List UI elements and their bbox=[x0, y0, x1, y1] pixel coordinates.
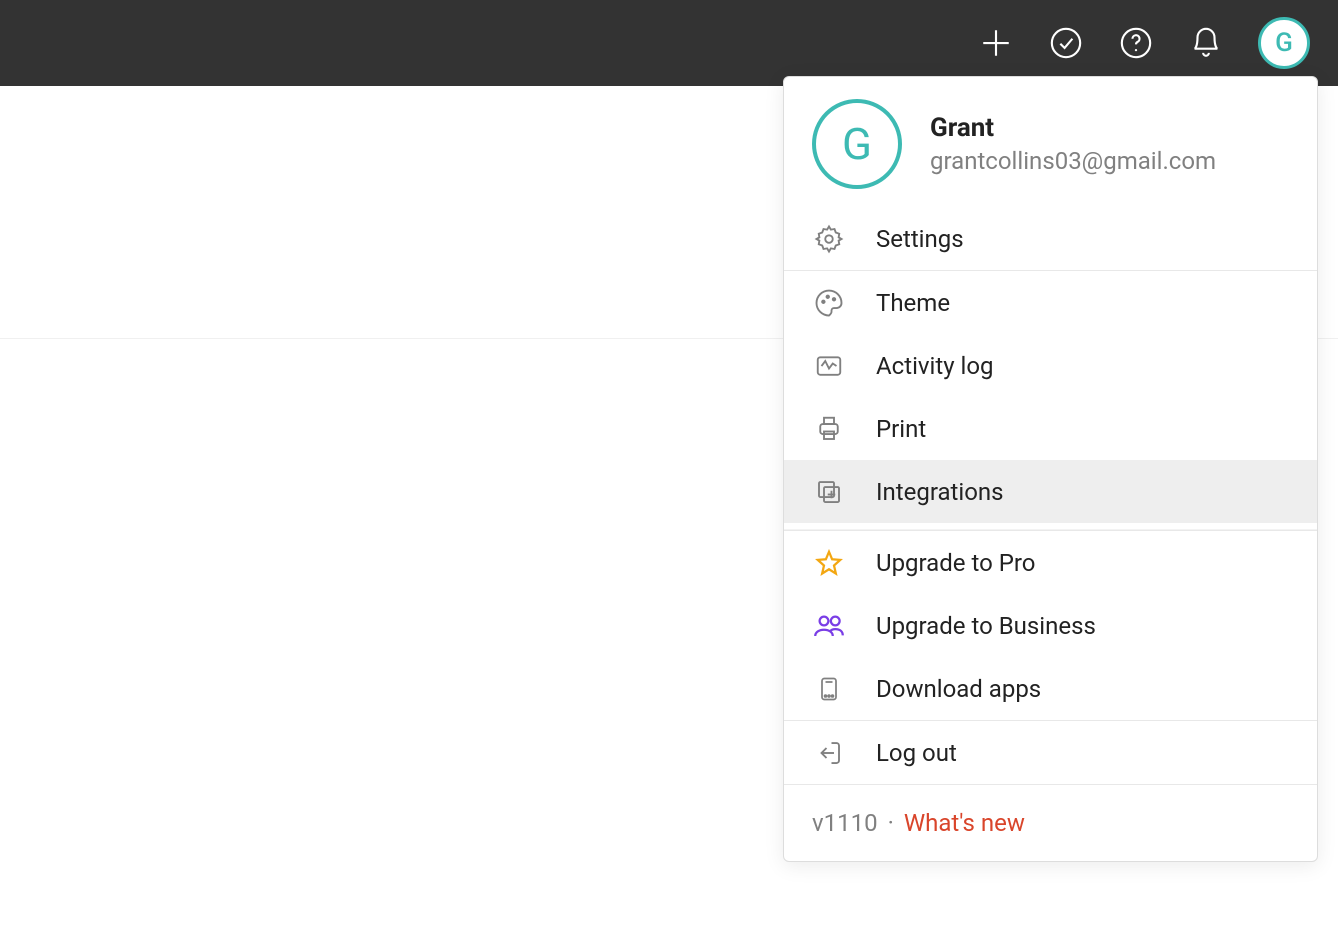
whats-new-link[interactable]: What's new bbox=[904, 809, 1025, 837]
notifications-button[interactable] bbox=[1188, 25, 1224, 61]
user-email: grantcollins03@gmail.com bbox=[930, 147, 1216, 175]
avatar-large-initial: G bbox=[842, 118, 872, 170]
content-area: G Grant grantcollins03@gmail.com Setting… bbox=[0, 86, 1338, 952]
version-label: v1110 bbox=[812, 809, 878, 837]
help-button[interactable] bbox=[1118, 25, 1154, 61]
avatar-button[interactable]: G bbox=[1258, 17, 1310, 69]
menu-item-activity-log[interactable]: Activity log bbox=[784, 334, 1317, 397]
menu-label: Upgrade to Pro bbox=[876, 549, 1035, 577]
star-icon bbox=[812, 546, 846, 580]
menu-label: Settings bbox=[876, 225, 964, 253]
team-icon bbox=[812, 609, 846, 643]
plus-icon bbox=[979, 26, 1013, 60]
menu-label: Activity log bbox=[876, 352, 994, 380]
menu-item-upgrade-business[interactable]: Upgrade to Business bbox=[784, 594, 1317, 657]
activity-icon bbox=[812, 349, 846, 383]
avatar-large: G bbox=[812, 99, 902, 189]
add-button[interactable] bbox=[978, 25, 1014, 61]
print-icon bbox=[812, 412, 846, 446]
menu-label: Upgrade to Business bbox=[876, 612, 1096, 640]
top-bar: G bbox=[0, 0, 1338, 86]
menu-item-settings[interactable]: Settings bbox=[784, 207, 1317, 270]
menu-item-download-apps[interactable]: Download apps bbox=[784, 657, 1317, 720]
bell-icon bbox=[1189, 26, 1223, 60]
help-icon bbox=[1119, 26, 1153, 60]
menu-item-theme[interactable]: Theme bbox=[784, 271, 1317, 334]
integrations-icon bbox=[812, 475, 846, 509]
separator: · bbox=[888, 809, 894, 837]
avatar-initial: G bbox=[1275, 28, 1293, 58]
menu-footer: v1110 · What's new bbox=[784, 785, 1317, 861]
account-menu-header: G Grant grantcollins03@gmail.com bbox=[784, 77, 1317, 207]
user-info: Grant grantcollins03@gmail.com bbox=[930, 113, 1216, 175]
menu-item-upgrade-pro[interactable]: Upgrade to Pro bbox=[784, 531, 1317, 594]
palette-icon bbox=[812, 286, 846, 320]
device-icon bbox=[812, 672, 846, 706]
logout-icon bbox=[812, 736, 846, 770]
menu-label: Theme bbox=[876, 289, 950, 317]
menu-label: Integrations bbox=[876, 478, 1004, 506]
gear-icon bbox=[812, 222, 846, 256]
menu-item-logout[interactable]: Log out bbox=[784, 721, 1317, 784]
menu-item-integrations[interactable]: Integrations bbox=[784, 460, 1317, 523]
menu-label: Print bbox=[876, 415, 926, 443]
check-circle-icon bbox=[1049, 26, 1083, 60]
user-name: Grant bbox=[930, 113, 1216, 143]
menu-label: Log out bbox=[876, 739, 957, 767]
menu-item-print[interactable]: Print bbox=[784, 397, 1317, 460]
complete-button[interactable] bbox=[1048, 25, 1084, 61]
menu-label: Download apps bbox=[876, 675, 1041, 703]
account-menu: G Grant grantcollins03@gmail.com Setting… bbox=[783, 76, 1318, 862]
